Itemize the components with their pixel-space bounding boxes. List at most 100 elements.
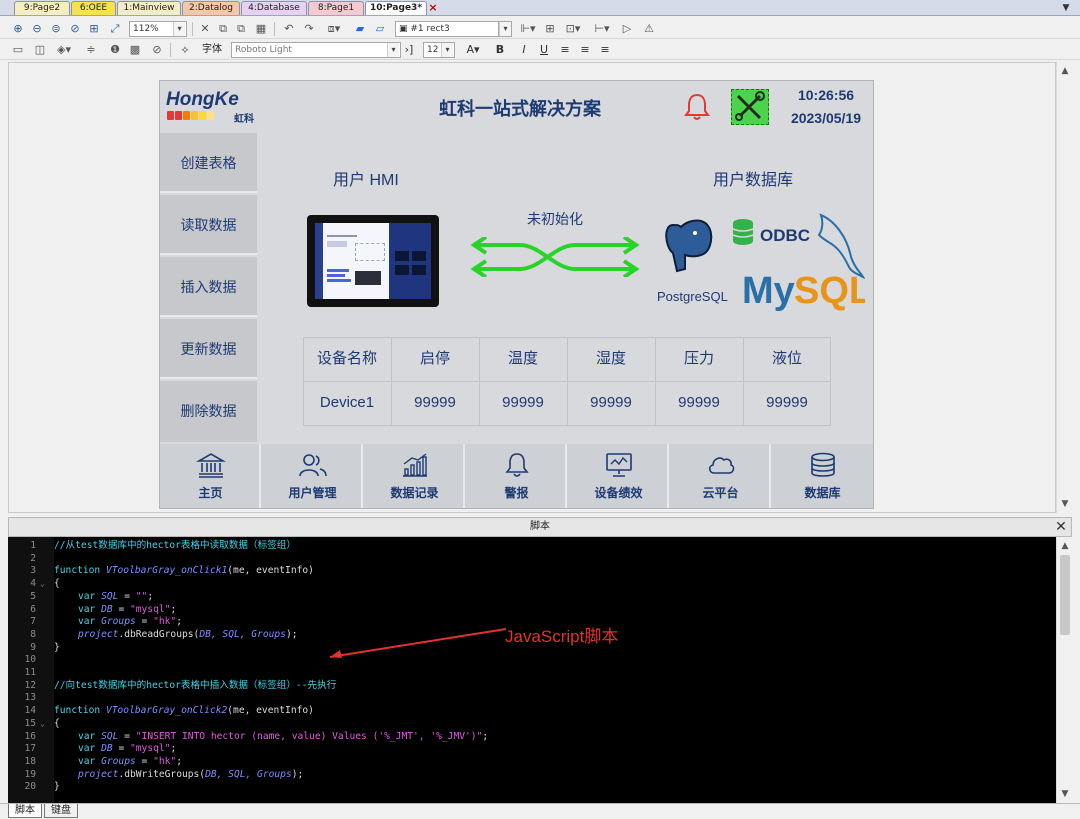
- redo-icon[interactable]: ↷: [302, 21, 316, 37]
- layer-icon[interactable]: ⧈▾: [322, 21, 346, 37]
- frame-icon[interactable]: ◫: [32, 42, 48, 58]
- tab-page1[interactable]: 8:Page1: [308, 1, 364, 15]
- menu-insert-data[interactable]: 插入数据: [160, 257, 257, 317]
- fold-toggle-icon[interactable]: ⌄: [40, 718, 50, 731]
- fill-icon[interactable]: ◈▾: [52, 42, 76, 58]
- scroll-thumb[interactable]: [1060, 555, 1070, 635]
- menu-delete-data[interactable]: 删除数据: [160, 381, 257, 442]
- run-icon[interactable]: ▷: [620, 21, 634, 37]
- scroll-down-icon[interactable]: ▼: [1057, 787, 1073, 801]
- zoom-fit-icon[interactable]: ⊜: [48, 21, 64, 37]
- connection-status: 未初始化: [480, 209, 630, 229]
- underline-button[interactable]: U: [538, 42, 550, 58]
- close-tab-icon[interactable]: ×: [427, 1, 439, 14]
- tab-database[interactable]: 4:Database: [241, 1, 307, 15]
- edit-icon[interactable]: ⊘: [150, 42, 164, 58]
- code-string: "hk": [153, 616, 176, 627]
- font-size-select[interactable]: 12▾: [423, 42, 455, 58]
- td-level: 99999: [743, 381, 831, 425]
- code-line: }: [54, 642, 60, 655]
- undo-icon[interactable]: ↶: [282, 21, 296, 37]
- line-number: 10: [8, 654, 36, 667]
- nav-oee[interactable]: 设备绩效: [568, 444, 669, 508]
- font-icon[interactable]: ⟡: [177, 42, 193, 58]
- scroll-up-icon[interactable]: ▲: [1057, 539, 1073, 553]
- zoom-custom-icon[interactable]: ⤢: [105, 21, 125, 37]
- menu-update-data[interactable]: 更新数据: [160, 319, 257, 379]
- th-temperature: 温度: [479, 337, 567, 381]
- nav-user-management[interactable]: 用户管理: [262, 444, 363, 508]
- tab-script[interactable]: 脚本: [8, 804, 42, 818]
- tablet-image: [307, 215, 439, 307]
- line-number: 5: [8, 591, 36, 604]
- size-icon[interactable]: ⊢▾: [590, 21, 614, 37]
- nav-cloud[interactable]: 云平台: [670, 444, 771, 508]
- nav-home-label: 主页: [160, 484, 261, 501]
- align-center-icon[interactable]: ≡: [578, 42, 592, 58]
- paste-icon[interactable]: ⧉: [234, 21, 248, 37]
- side-menu: 创建表格 读取数据 插入数据 更新数据 删除数据: [160, 133, 257, 444]
- tab-oee[interactable]: 6:OEE: [71, 1, 116, 15]
- font-color-button[interactable]: A▾: [462, 42, 484, 58]
- tab-keyboard[interactable]: 键盘: [44, 804, 78, 818]
- info-icon[interactable]: ❶: [108, 42, 122, 58]
- alarm-bell-icon[interactable]: [681, 91, 713, 123]
- code-keyword: var: [78, 591, 101, 602]
- format-icon[interactable]: ▭: [10, 42, 26, 58]
- tablet-screen: [315, 223, 431, 299]
- nav-data-log[interactable]: 数据记录: [364, 444, 465, 508]
- line-number: 9: [8, 642, 36, 655]
- code-editor[interactable]: 1 2 3 4 5 6 7 8 9 10 11 12 13 14 15 16 1…: [8, 537, 1056, 803]
- editor-scrollbar[interactable]: ▲ ▼: [1056, 537, 1072, 803]
- code-params: (me, eventInfo): [227, 705, 314, 716]
- code-function-name: VToolbarGray_onClick2: [106, 705, 227, 716]
- tab-page2[interactable]: 9:Page2: [14, 1, 70, 15]
- code-line: var DB = "mysql";: [78, 604, 176, 617]
- close-panel-icon[interactable]: ✕: [1054, 518, 1068, 536]
- tab-mainview[interactable]: 1:Mainview: [117, 1, 181, 15]
- group-icon[interactable]: ⊞: [543, 21, 557, 37]
- bring-front-icon[interactable]: ▰: [352, 21, 368, 37]
- scroll-down-icon[interactable]: ▼: [1057, 497, 1073, 511]
- send-back-icon[interactable]: ▱: [372, 21, 388, 37]
- line-number: 3: [8, 565, 36, 578]
- canvas-scrollbar[interactable]: ▲ ▼: [1056, 62, 1072, 513]
- font-select[interactable]: Roboto Light▾: [231, 42, 401, 58]
- zoom-page-icon[interactable]: ⊞: [86, 21, 102, 37]
- object-selector[interactable]: ▣ #1 rect3: [395, 21, 510, 37]
- menu-create-table[interactable]: 创建表格: [160, 133, 257, 193]
- line-icon[interactable]: ≑: [84, 42, 98, 58]
- warning-icon[interactable]: ⚠: [642, 21, 656, 37]
- toolbar-row-1: ⊕ ⊖ ⊜ ⊘ ⊞ ⤢ 112%▾ ✕ ⧉ ⧉ ▦ ↶ ↷ ⧈▾ ▰ ▱ ▣ #…: [0, 19, 1080, 39]
- align-right-icon[interactable]: ≡: [598, 42, 612, 58]
- zoom-in-icon[interactable]: ⊕: [10, 21, 26, 37]
- zoom-out-icon[interactable]: ⊖: [29, 21, 45, 37]
- code-line: var DB = "mysql";: [78, 743, 176, 756]
- bold-button[interactable]: B: [494, 42, 506, 58]
- tab-list-arrow-icon[interactable]: ▼: [1060, 2, 1072, 14]
- line-number: 7: [8, 616, 36, 629]
- scroll-up-icon[interactable]: ▲: [1057, 64, 1073, 78]
- font-settings-icon[interactable]: ›]: [402, 42, 416, 58]
- italic-button[interactable]: I: [518, 42, 530, 58]
- menu-read-data[interactable]: 读取数据: [160, 195, 257, 255]
- nav-home[interactable]: 主页: [160, 444, 261, 508]
- sync-arrows-icon: [470, 237, 640, 277]
- object-dropdown-icon[interactable]: ▾: [498, 21, 512, 37]
- tools-button[interactable]: [731, 89, 769, 125]
- grid-icon[interactable]: ▦: [254, 21, 268, 37]
- tab-page3-active[interactable]: 10:Page3*: [365, 1, 427, 15]
- nav-database[interactable]: 数据库: [772, 444, 873, 508]
- delete-icon[interactable]: ✕: [198, 21, 212, 37]
- align-icon[interactable]: ⊩▾: [516, 21, 540, 37]
- tab-datalog[interactable]: 2:Datalog: [182, 1, 240, 15]
- fold-toggle-icon[interactable]: ⌄: [40, 578, 50, 591]
- zoom-select[interactable]: 112%▾: [129, 21, 187, 37]
- line-number: 1: [8, 540, 36, 553]
- zoom-area-icon[interactable]: ⊘: [67, 21, 83, 37]
- align-left-icon[interactable]: ≡: [558, 42, 572, 58]
- image-icon[interactable]: ▩: [128, 42, 142, 58]
- distribute-icon[interactable]: ⊡▾: [561, 21, 585, 37]
- copy-icon[interactable]: ⧉: [216, 21, 230, 37]
- nav-alarm[interactable]: 警报: [466, 444, 567, 508]
